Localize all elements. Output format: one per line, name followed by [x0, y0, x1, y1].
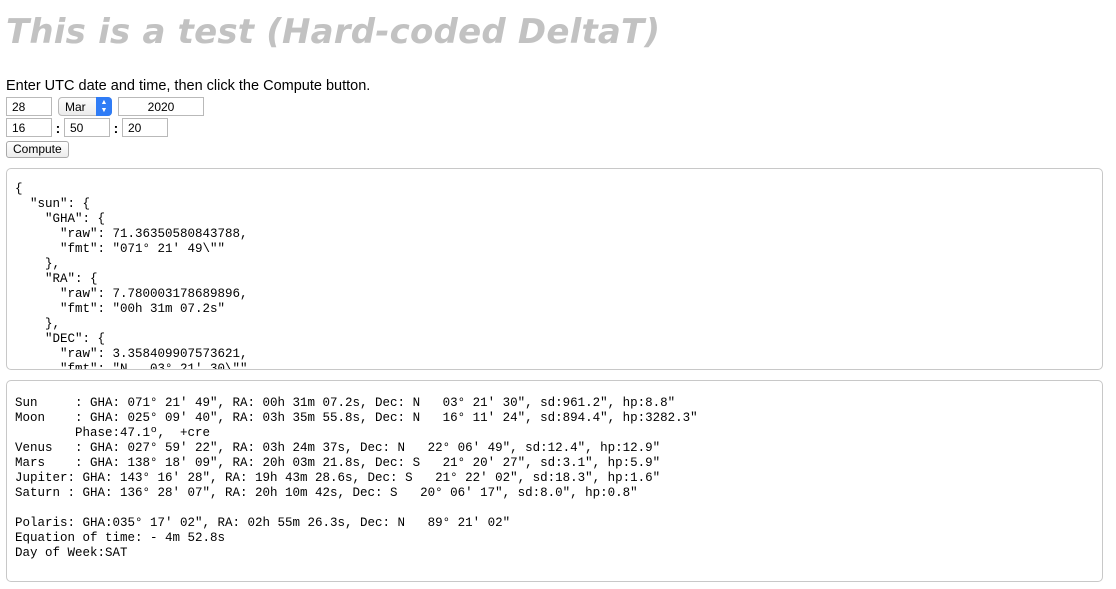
- instructions-text: Enter UTC date and time, then click the …: [6, 78, 371, 94]
- time-separator: :: [55, 119, 61, 136]
- month-select[interactable]: Mar ▲ ▼: [58, 97, 112, 116]
- time-row: : :: [6, 118, 168, 137]
- time-separator: :: [113, 119, 119, 136]
- minute-input[interactable]: [64, 118, 110, 137]
- json-output-panel[interactable]: { "sun": { "GHA": { "raw": 71.3635058084…: [6, 168, 1103, 370]
- year-input[interactable]: [118, 97, 204, 116]
- summary-output-panel[interactable]: Sun : GHA: 071° 21' 49", RA: 00h 31m 07.…: [6, 380, 1103, 582]
- json-output-text: { "sun": { "GHA": { "raw": 71.3635058084…: [15, 182, 248, 370]
- select-arrows-icon: ▲ ▼: [96, 97, 112, 116]
- date-row: Mar ▲▼: [6, 97, 204, 116]
- summary-output-text: Sun : GHA: 071° 21' 49", RA: 00h 31m 07.…: [15, 396, 698, 560]
- compute-button[interactable]: Compute: [6, 141, 69, 158]
- page-title: This is a test (Hard-coded DeltaT): [6, 12, 661, 52]
- month-select-value: Mar: [65, 99, 86, 114]
- hour-input[interactable]: [6, 118, 52, 137]
- day-input[interactable]: [6, 97, 52, 116]
- second-input[interactable]: [122, 118, 168, 137]
